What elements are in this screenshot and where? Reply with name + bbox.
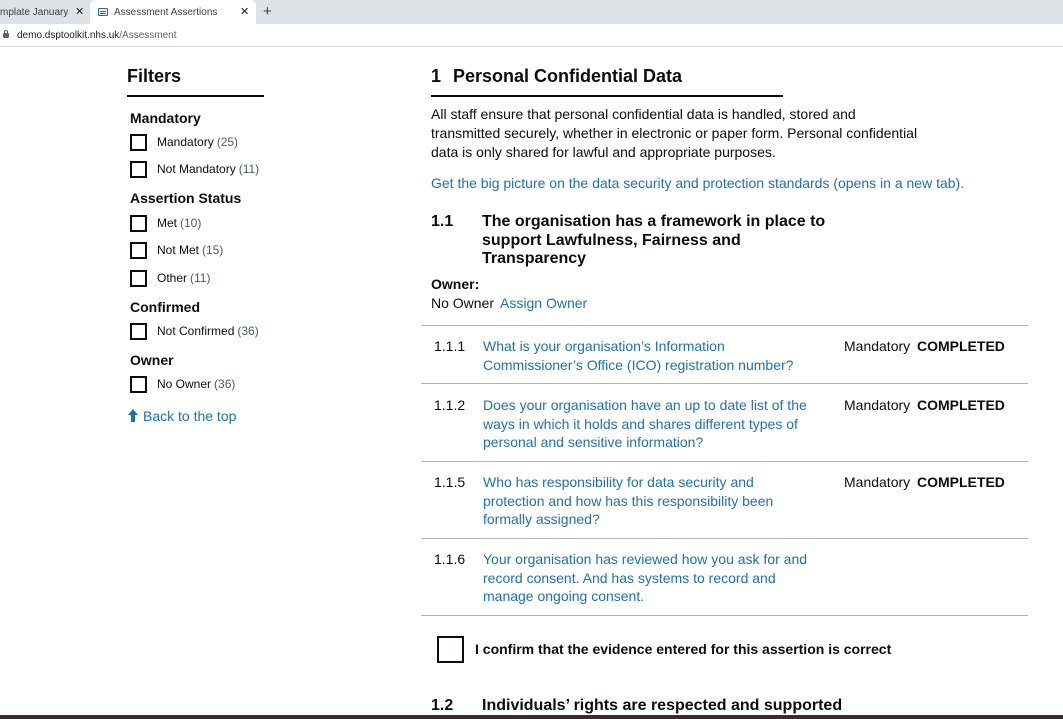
- option-label: Other: [157, 271, 188, 285]
- browser-tab-bar: mplate January 202 ✕ Assessment Assertio…: [0, 0, 1063, 24]
- no-owner-checkbox[interactable]: [130, 376, 147, 393]
- mandatory-tag: Mandatory: [844, 474, 911, 490]
- taskbar-edge: [0, 715, 1063, 719]
- not-met-checkbox[interactable]: [130, 242, 147, 259]
- option-label: Not Mandatory: [157, 162, 236, 176]
- url-path: /Assessment: [119, 29, 177, 41]
- section-number: 1: [431, 66, 442, 86]
- tab-title: mplate January 202: [0, 6, 68, 18]
- assertion-title: The organisation has a framework in plac…: [482, 213, 826, 267]
- option-label: Not Met: [157, 243, 200, 257]
- section-divider: [431, 95, 783, 97]
- other-checkbox[interactable]: [130, 270, 147, 287]
- filter-option-mandatory[interactable]: Mandatory (25): [157, 135, 238, 149]
- status-badge: COMPLETED: [917, 338, 1005, 354]
- not-confirmed-checkbox[interactable]: [130, 323, 147, 340]
- tab-title: Assessment Assertions: [114, 6, 218, 18]
- section-title-text: Personal Confidential Data: [453, 66, 683, 86]
- site-favicon-icon: [98, 8, 108, 16]
- status-badge: COMPLETED: [917, 474, 1005, 490]
- option-count: (15): [202, 243, 224, 257]
- option-count: (11): [238, 162, 260, 176]
- evidence-number: 1.1.5: [434, 474, 466, 490]
- lock-icon: [3, 29, 9, 38]
- option-label: Not Confirmed: [157, 324, 235, 338]
- row-divider: [421, 383, 1028, 384]
- option-count: (10): [180, 216, 202, 230]
- section-description: All staff ensure that personal confident…: [431, 106, 918, 160]
- filter-option-not-confirmed[interactable]: Not Confirmed (36): [157, 324, 259, 338]
- mandatory-tag: Mandatory: [844, 338, 911, 354]
- assign-owner-link[interactable]: Assign Owner: [500, 295, 587, 311]
- browser-tab-template[interactable]: mplate January 202 ✕: [0, 0, 88, 24]
- section-title: 1 Personal Confidential Data: [431, 66, 682, 87]
- url-host: demo.dsptoolkit.nhs.uk: [17, 29, 120, 41]
- row-divider: [421, 461, 1028, 462]
- filter-option-not-mandatory[interactable]: Not Mandatory (11): [157, 162, 259, 176]
- row-divider: [421, 615, 1028, 616]
- option-count: (25): [216, 135, 239, 149]
- browser-tab-assessment[interactable]: Assessment Assertions ✕: [90, 0, 256, 24]
- back-to-top-label: Back to the top: [143, 408, 237, 424]
- owner-name: No Owner: [431, 295, 495, 311]
- back-to-top-link[interactable]: Back to the top: [127, 408, 236, 424]
- assertion-number: 1.1: [431, 213, 454, 230]
- filters-divider: [127, 95, 264, 97]
- big-picture-link[interactable]: Get the big picture on the data security…: [431, 175, 964, 191]
- filter-group-confirmed: Confirmed: [130, 299, 200, 315]
- filter-group-mandatory: Mandatory: [130, 110, 201, 126]
- new-tab-plus-icon[interactable]: +: [263, 3, 272, 20]
- close-tab-icon[interactable]: ✕: [240, 5, 249, 18]
- filter-option-no-owner[interactable]: No Owner (36): [157, 377, 235, 391]
- evidence-number: 1.1.6: [434, 551, 466, 567]
- close-tab-icon[interactable]: ✕: [75, 5, 84, 18]
- filter-group-assertion-status: Assertion Status: [130, 190, 242, 206]
- mandatory-checkbox[interactable]: [130, 134, 147, 151]
- row-divider: [421, 325, 1028, 326]
- status-badge: COMPLETED: [917, 397, 1005, 413]
- next-assertion-number: 1.2: [431, 697, 454, 714]
- filter-group-owner: Owner: [130, 352, 174, 368]
- confirm-evidence-label[interactable]: I confirm that the evidence entered for …: [475, 641, 891, 657]
- row-divider: [421, 538, 1028, 539]
- evidence-question-link[interactable]: What is your organisation’s Information …: [483, 337, 813, 374]
- filters-title: Filters: [127, 66, 182, 86]
- option-count: (36): [237, 324, 259, 338]
- filter-option-met[interactable]: Met (10): [157, 216, 201, 230]
- evidence-question-link[interactable]: Does your organisation have an up to dat…: [483, 396, 813, 452]
- confirm-evidence-checkbox[interactable]: [437, 636, 464, 663]
- evidence-question-link[interactable]: Your organisation has reviewed how you a…: [483, 550, 813, 606]
- filter-option-other[interactable]: Other (11): [157, 271, 210, 285]
- next-assertion-title: Individuals’ rights are respected and su…: [482, 697, 843, 714]
- owner-value: No Owner Assign Owner: [431, 295, 587, 311]
- option-count: (11): [190, 271, 211, 285]
- evidence-question-link[interactable]: Who has responsibility for data security…: [483, 473, 813, 529]
- owner-label: Owner:: [431, 276, 480, 292]
- met-checkbox[interactable]: [130, 215, 147, 232]
- option-label: Mandatory: [157, 135, 214, 149]
- not-mandatory-checkbox[interactable]: [130, 161, 147, 178]
- address-bar[interactable]: demo.dsptoolkit.nhs.uk/Assessment: [0, 24, 1063, 47]
- filter-option-not-met[interactable]: Not Met (15): [157, 243, 223, 257]
- option-label: Met: [157, 216, 178, 230]
- arrow-up-icon: [127, 409, 139, 423]
- evidence-number: 1.1.2: [434, 397, 466, 413]
- evidence-number: 1.1.1: [434, 338, 466, 354]
- option-label: No Owner: [157, 377, 212, 391]
- mandatory-tag: Mandatory: [844, 397, 911, 413]
- option-count: (36): [214, 377, 236, 391]
